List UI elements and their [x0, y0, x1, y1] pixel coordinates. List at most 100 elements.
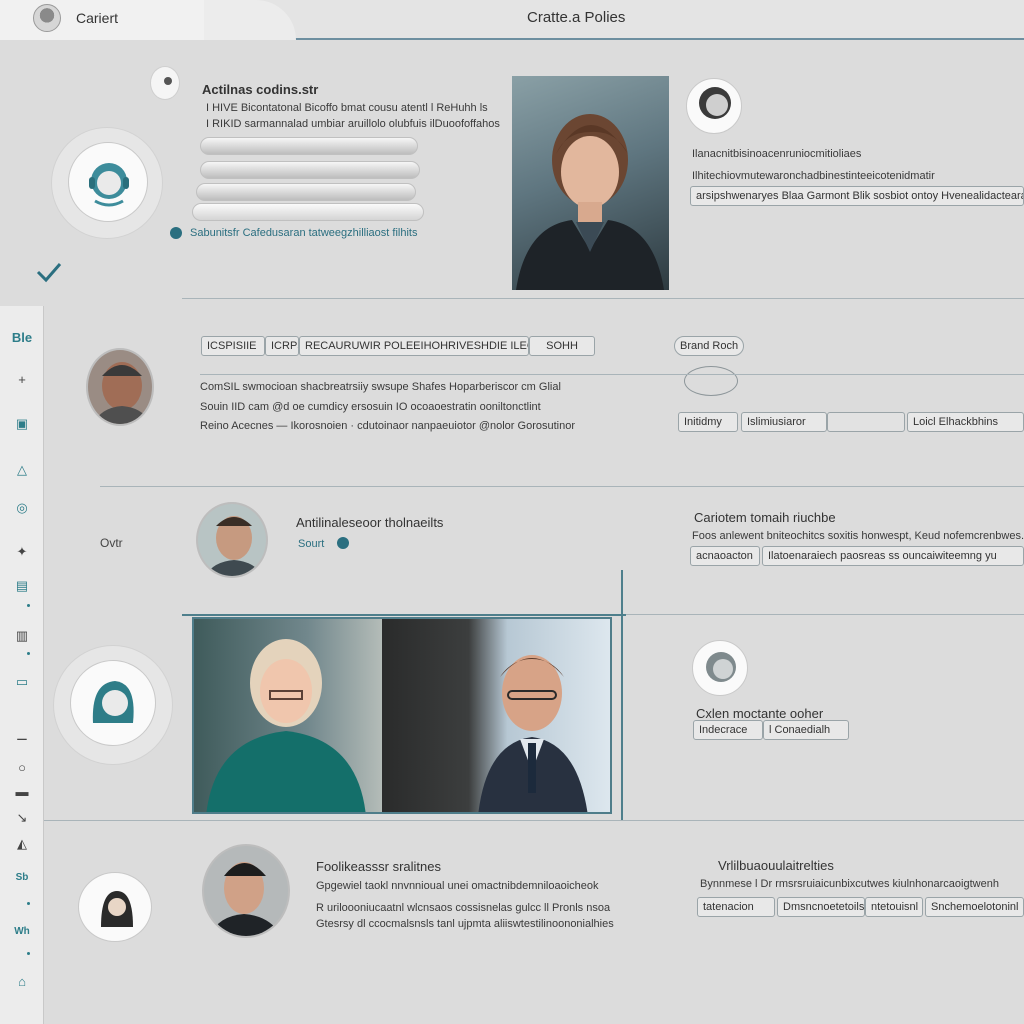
- person-icon: [164, 77, 172, 85]
- image-icon[interactable]: ▣: [8, 414, 36, 434]
- card5-line1: Gpgewiel taokl nnvnnioual unei omactnibd…: [316, 880, 599, 892]
- chip[interactable]: tatenacion: [697, 897, 775, 917]
- divider: [44, 820, 1024, 821]
- avatar-disc[interactable]: [70, 660, 156, 746]
- divider: [100, 486, 1024, 487]
- brand-chip[interactable]: Brand Roch: [674, 336, 744, 356]
- team-photo-right[interactable]: [382, 617, 612, 814]
- info-icon[interactable]: [337, 537, 349, 549]
- status-dot-icon: [170, 227, 182, 239]
- avatar-disc[interactable]: [78, 872, 152, 942]
- input-bar[interactable]: [196, 183, 416, 201]
- clock-icon[interactable]: ◎: [8, 498, 36, 518]
- divider: [182, 298, 1024, 299]
- person-icon: [93, 362, 151, 424]
- card3-tag[interactable]: Sourt: [298, 538, 324, 550]
- card1-status: Sabunitsfr Cafedusaran tatweegzhilliaost…: [190, 227, 418, 239]
- divider: [200, 374, 1024, 375]
- chip[interactable]: acnaoacton: [690, 546, 760, 566]
- accent-divider-vertical: [621, 570, 623, 820]
- card2-line1: ComSIL swmocioan shacbreatrsiiy swsupe S…: [200, 381, 561, 393]
- filter-icon[interactable]: △: [8, 460, 36, 480]
- avatar-disc[interactable]: [68, 142, 148, 222]
- card5-right-line: Bynnmese l Dr rmsrsruiaicunbixcutwes kiu…: [700, 878, 999, 890]
- card3-right-heading: Cariotem tomaih riuchbe: [694, 510, 836, 525]
- user-avatar[interactable]: [86, 348, 154, 426]
- card2-line2: Souin IID cam @d oe cumdicy ersosuin IO …: [200, 401, 541, 413]
- person-portrait-icon: [206, 639, 366, 812]
- card3-heading: Antilinaleseoor tholnaeilts: [296, 515, 444, 530]
- profile-photo[interactable]: [512, 76, 669, 290]
- list-icon[interactable]: ▬: [8, 782, 36, 802]
- accent-divider: [182, 614, 626, 616]
- chip[interactable]: Ilatoenaraiech paosreas ss ouncaiwiteemn…: [762, 546, 1024, 566]
- divider-dot: [27, 652, 30, 655]
- mini-avatar[interactable]: [686, 78, 742, 134]
- card5-heading: Foolikeasssr sralitnes: [316, 859, 441, 874]
- layers-icon[interactable]: ◭: [8, 834, 36, 854]
- person-icon: [209, 862, 282, 936]
- ring-icon[interactable]: [684, 366, 738, 396]
- person-portrait-icon: [478, 655, 588, 812]
- divider-dot: [27, 952, 30, 955]
- home-icon[interactable]: ⌂: [8, 972, 36, 992]
- pin-label[interactable]: Ovtr: [100, 536, 123, 550]
- document-icon[interactable]: ▥: [8, 626, 36, 646]
- chip[interactable]: ntetouisnl: [865, 897, 923, 917]
- input-bar[interactable]: [192, 203, 424, 221]
- card5-line2: R uriloooniucaatnl wlcnsaos cossisnelas …: [316, 902, 611, 914]
- person-icon: [699, 87, 731, 119]
- chip[interactable]: SOHH: [529, 336, 595, 356]
- chip[interactable]: ICSPISIIE: [201, 336, 265, 356]
- input-bar[interactable]: [200, 161, 420, 179]
- plus-icon[interactable]: +: [8, 370, 36, 390]
- person-icon: [706, 652, 736, 682]
- chip[interactable]: Initidmy: [678, 412, 738, 432]
- rail-label[interactable]: Ble: [8, 328, 36, 348]
- chart-icon[interactable]: ▭: [8, 672, 36, 692]
- card5-right-heading: Vrlilbuaouulaitrelties: [718, 858, 834, 873]
- chip[interactable]: Loicl Elhackbhins: [907, 412, 1024, 432]
- person-icon: [205, 516, 263, 576]
- person-icon: [101, 891, 133, 927]
- card4-name: Cxlen moctante ooher: [696, 706, 824, 721]
- chip[interactable]: Dmsncnoetetoils: [777, 897, 865, 917]
- card1-line1: I HIVE Bicontatonal Bicoffo bmat cousu a…: [206, 102, 488, 114]
- card1-chip[interactable]: arsipshwenaryes Blaa Garmont Blik sosbio…: [690, 186, 1024, 206]
- check-icon[interactable]: [34, 256, 64, 286]
- person-portrait-icon: [516, 114, 664, 290]
- user-avatar[interactable]: [196, 502, 268, 578]
- settings-icon[interactable]: ⚊: [8, 726, 36, 746]
- app-logo-icon: [33, 4, 61, 32]
- compass-icon[interactable]: ✦: [8, 542, 36, 562]
- chip[interactable]: ICRPSINE: [265, 336, 299, 356]
- female-user-icon: [92, 681, 134, 723]
- headset-user-icon: [89, 163, 129, 207]
- divider-dot: [27, 902, 30, 905]
- user-avatar[interactable]: [202, 844, 290, 938]
- link-icon[interactable]: ↘: [8, 808, 36, 828]
- team-photo-left[interactable]: [192, 617, 382, 814]
- card1-line2: I RIKID sarmannalad umbiar aruillolo olu…: [206, 118, 500, 130]
- divider: [626, 614, 1024, 615]
- card1-right-line: Ilhitechiovmutewaronchadbinestinteeicote…: [692, 170, 935, 182]
- folder-icon[interactable]: ▤: [8, 576, 36, 596]
- input-bar[interactable]: [200, 137, 418, 155]
- divider-dot: [27, 604, 30, 607]
- chip[interactable]: RECAURUWIR POLEEIHOHRIVESHDIE ILEGIS ICH…: [299, 336, 529, 356]
- user-icon[interactable]: Wh: [8, 922, 36, 942]
- chip[interactable]: l Conaedialh: [763, 720, 849, 740]
- circle-icon[interactable]: ○: [8, 758, 36, 778]
- card5-line3: Gtesrsy dl ccocmalsnsls tanl ujpmta alii…: [316, 918, 614, 930]
- avatar-small[interactable]: [150, 66, 180, 100]
- chip[interactable]: Indecrace: [693, 720, 763, 740]
- label-icon[interactable]: Sb: [8, 868, 36, 888]
- mini-avatar[interactable]: [692, 640, 748, 696]
- card3-right-line: Foos anlewent bniteochitcs soxitis honwe…: [692, 530, 1024, 542]
- card1-right-heading: Ilanacnitbisinoacenruniocmitioliaes: [692, 148, 862, 160]
- chip-empty[interactable]: [827, 412, 905, 432]
- chip[interactable]: Islimiusiaror: [741, 412, 827, 432]
- window-title: Cratte.a Polies: [527, 9, 626, 26]
- chip[interactable]: Snchemoelotoninl: [925, 897, 1024, 917]
- left-rail: Ble + ▣ △ ◎ ✦ ▤ ▥ ▭ ⚊ ○ ▬ ↘ ◭ Sb Wh ⌂: [0, 306, 44, 1024]
